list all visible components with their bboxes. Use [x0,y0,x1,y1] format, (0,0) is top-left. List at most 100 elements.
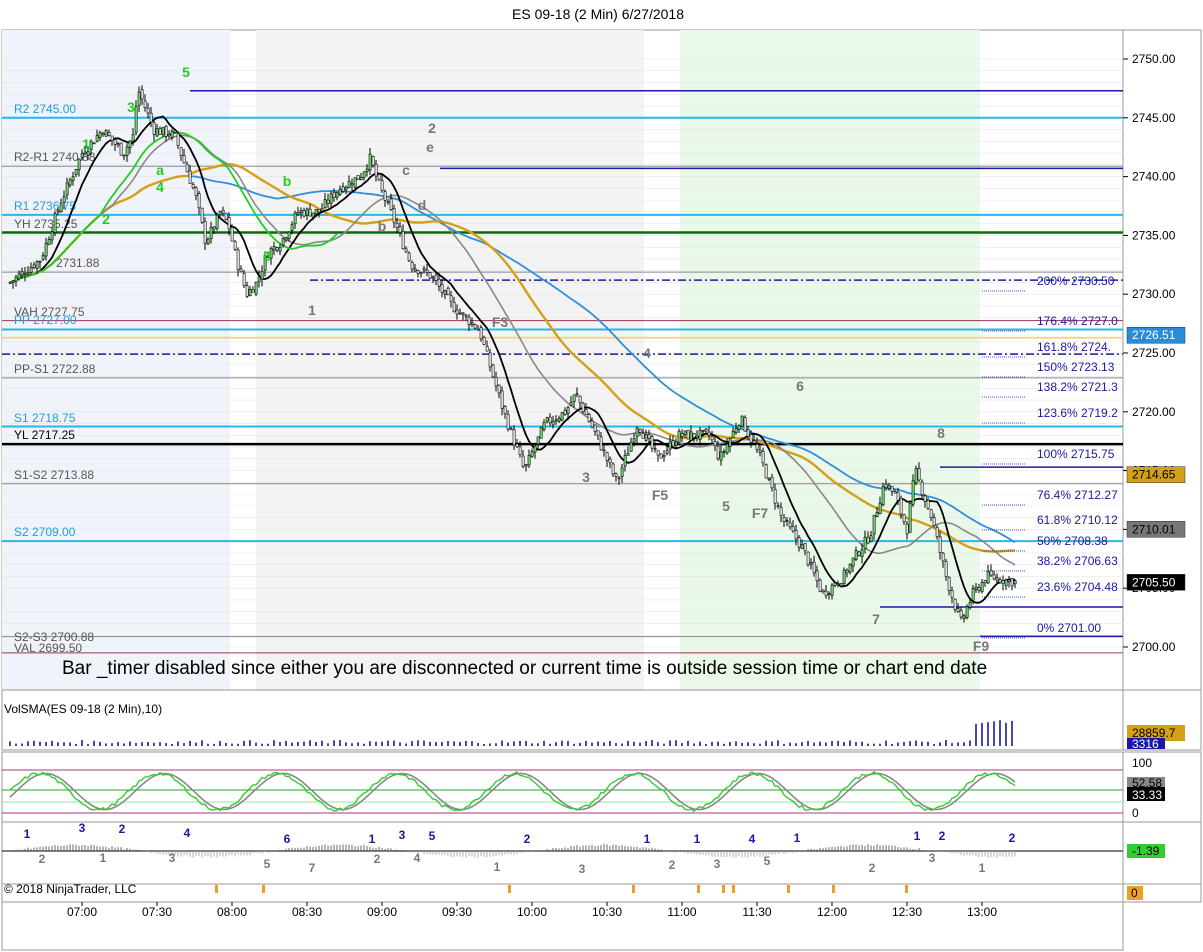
time-tick-label: 12:00 [817,905,847,919]
candle-body [146,107,150,114]
wave-label: c [402,162,410,178]
candle-body [413,268,417,272]
osc-wave-label: 2 [1009,831,1016,845]
candle-body [113,139,117,145]
candle-body [647,434,651,439]
candle-body [188,170,192,184]
price-tick-label: 2725.00 [1132,346,1176,360]
candle-body [857,551,861,556]
candle-body [506,414,510,430]
candle-body [803,543,807,552]
candle-body [485,346,489,352]
candle-body [278,246,282,252]
candle-body [1007,579,1011,583]
volume-panel-label: VolSMA(ES 09-18 (2 Min),10) [4,702,162,716]
candle-body [500,390,504,409]
candle-body [632,438,636,443]
candle-body [887,485,891,489]
candle-body [1004,579,1008,586]
candle-body [809,562,813,565]
candle-body [371,156,375,166]
price-tick-label: 2720.00 [1132,405,1176,419]
candle-body [554,419,558,422]
candle-body [806,551,810,566]
candle-body [743,417,747,432]
candle-body [293,212,297,225]
copyright-text: © 2018 NinjaTrader, LLC [4,882,137,896]
candle-body [425,269,429,273]
candle-body [386,200,390,203]
candle-body [653,448,657,450]
event-marker [697,885,700,893]
candle-body [881,485,885,506]
candle-body [563,410,567,415]
candle-body [395,222,399,229]
candle-body [944,561,948,577]
wave-label: 2 [428,120,436,136]
candle-body [734,428,738,434]
fib-label: 100% 2715.75 [1037,447,1115,461]
candle-body [473,324,477,329]
candle-body [770,477,774,489]
candle-body [797,537,801,548]
candle-body [908,503,912,533]
candle-body [356,175,360,181]
candle-body [35,261,39,269]
candle-body [515,443,519,448]
afternoon-shade [680,30,980,690]
candle-body [848,563,852,573]
osc-wave-label: 7 [309,861,316,875]
candle-body [374,163,378,177]
candle-body [644,433,648,441]
candle-body [845,570,849,574]
candle-body [677,430,681,443]
candle-body [524,464,528,467]
candle-body [65,182,69,196]
wave-label: 4 [643,345,651,361]
time-tick-label: 11:30 [742,905,771,919]
candle-body [431,276,435,279]
candle-body [761,450,765,464]
price-badge-label: 2726.51 [1132,328,1176,342]
candle-body [572,394,576,402]
candle-body [89,140,93,150]
osc-wave-label: 2 [374,852,381,866]
candle-body [59,203,63,213]
candle-body [557,417,561,422]
stoch-tick-label: 100 [1132,756,1152,770]
candle-body [38,260,42,263]
chart: ES 09-18 (2 Min) 6/27/2018 R2 2745.00R2-… [1,6,1202,951]
candle-body [314,209,318,215]
candle-body [365,168,369,172]
candle-body [359,176,363,180]
candle-body [545,417,549,422]
candle-body [77,158,81,170]
candle-body [320,208,324,212]
candle-body [347,181,351,188]
price-badge-label: 2714.65 [1132,468,1176,482]
candle-body [116,143,120,146]
candle-body [464,314,468,317]
fib-label: 150% 2723.13 [1037,360,1115,374]
candle-body [521,455,525,467]
premarket-shade [2,30,230,690]
indicator-panels: VolSMA(ES 09-18 (2 Min),10)28859.7331610… [1,689,1202,903]
time-tick-label: 10:00 [517,905,547,919]
candle-body [635,427,639,437]
osc-badge-label: -1.39 [1132,844,1160,858]
price-tick-label: 2740.00 [1132,170,1176,184]
candle-body [401,230,405,249]
price-tick-label: 2700.00 [1132,640,1176,654]
candle-body [995,577,999,582]
fib-label: 176.4% 2727.0 [1037,314,1118,328]
candle-body [875,512,879,518]
candle-body [992,574,996,580]
candle-body [605,452,609,461]
osc-wave-label: 4 [184,826,191,840]
candle-body [206,238,210,245]
wave-label: a [156,162,164,178]
candle-body [470,322,474,325]
candle-body [380,180,384,191]
candle-body [491,364,495,378]
candle-body [17,273,21,280]
